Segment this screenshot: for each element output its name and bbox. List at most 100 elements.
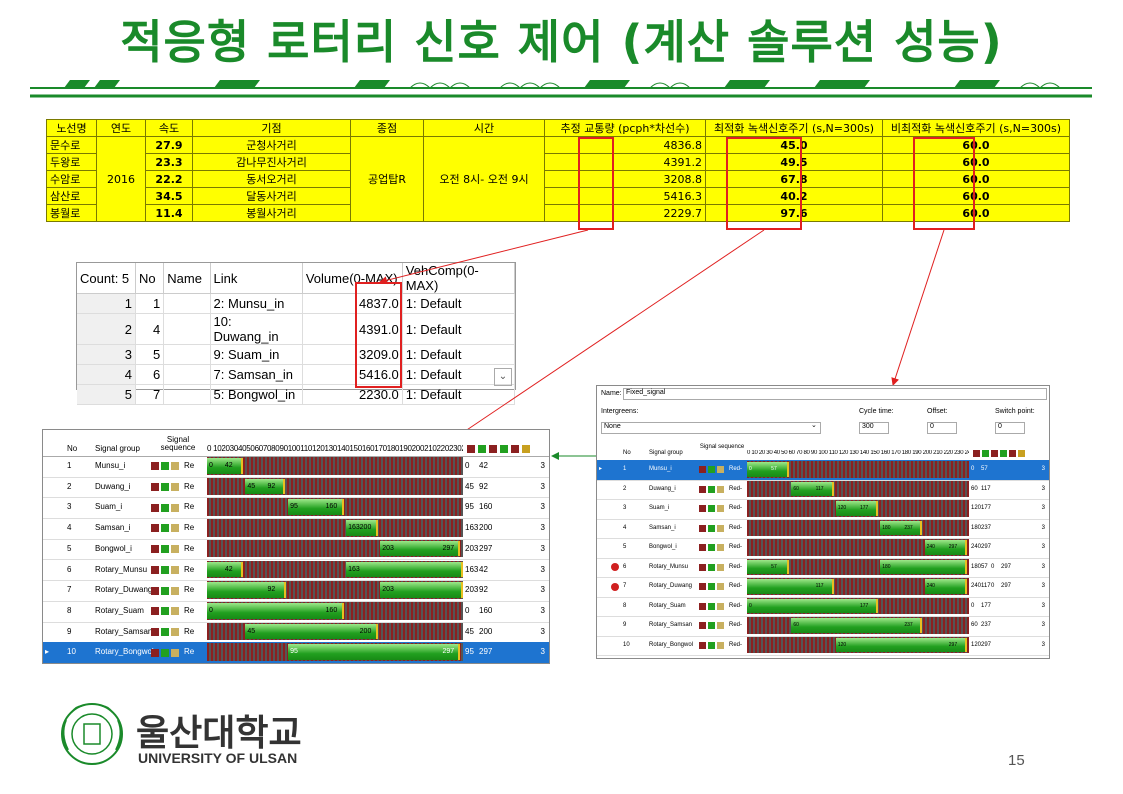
- signal-group-row[interactable]: 1 Munsu_i Re 0 42 0 42 3: [43, 456, 549, 478]
- sequence-icons: [151, 483, 181, 492]
- sequence-icons: [699, 563, 726, 571]
- green-start-label: 0: [749, 602, 752, 609]
- signal-group-row[interactable]: 7 Rotary_Duwang Red- 240 117 240 117 0 297 3: [597, 577, 1049, 598]
- green-start-value: 240: [971, 544, 982, 550]
- signal-color-icon: [717, 544, 724, 552]
- green2-end-value: 297: [1001, 563, 1012, 570]
- green-start-value: 0: [465, 461, 470, 470]
- red-phase-bar: [207, 457, 463, 475]
- green-start-value: 0: [971, 466, 975, 472]
- signal-color-icon: [699, 641, 706, 649]
- green-end-label: 92: [267, 482, 276, 490]
- last-column-value: 3: [540, 461, 545, 470]
- signal-color-icon: [699, 622, 706, 630]
- green-start-value: 240: [971, 583, 982, 589]
- signal-group-name: Suam_i: [649, 505, 670, 511]
- signal-group-name: Duwang_i: [95, 481, 131, 491]
- green-phase-bar: [207, 602, 344, 619]
- green-start-value: 180: [971, 563, 982, 570]
- signal-group-row[interactable]: 2 Duwang_i Re 45 92 45 92 3: [43, 477, 549, 499]
- row-number: 3: [623, 505, 627, 511]
- chevron-down-icon[interactable]: ⌄: [811, 421, 817, 429]
- sequence-label: Red-: [729, 641, 743, 648]
- signal-group-row[interactable]: 4 Samsan_i Re 163 200 163 200 3: [43, 518, 549, 540]
- sequence-icons: [699, 602, 726, 610]
- row-number: 8: [67, 605, 72, 615]
- grid-header: No Signal group Signal sequence 0 102030405…: [43, 430, 549, 457]
- last-column-value: 3: [540, 502, 545, 512]
- signal-color-icon: [171, 627, 179, 636]
- sequence-label: Re: [184, 461, 195, 470]
- signal-color-icon: [708, 641, 715, 649]
- fixed-signal-panel: Name: Fixed_signal Intergreens: None ⌄ Cycle …: [596, 385, 1050, 659]
- signal-group-row[interactable]: ▸ 10 Rotary_Bongwol Re 95 297 95 297 3: [43, 642, 549, 663]
- green-end-value: 177: [981, 602, 992, 609]
- green-end-label: 297: [442, 544, 455, 552]
- last-column-value: 3: [540, 647, 545, 657]
- signal-group-row[interactable]: 8 Rotary_Suam Red- 0 177 0 177 3: [597, 597, 1049, 617]
- green-start-label: 203: [382, 544, 394, 552]
- sequence-label: Re: [184, 564, 195, 574]
- green-end-label: 160: [325, 503, 338, 511]
- row-number: 10: [67, 647, 76, 657]
- sequence-label: Red-: [729, 583, 743, 589]
- signal-color-icon: [161, 483, 169, 492]
- sequence-icons: [699, 583, 726, 591]
- sequence-label: Re: [184, 585, 195, 595]
- last-column-value: 3: [1041, 563, 1045, 570]
- cycle-time-input[interactable]: 300: [859, 422, 889, 434]
- signal-group-row[interactable]: 9 Rotary_Samsan Red- 60 237 60 237 3: [597, 616, 1049, 637]
- signal-group-row[interactable]: 8 Rotary_Suam Re 0 160 0 160 3: [43, 601, 549, 623]
- signal-group-row[interactable]: 4 Samsan_i Red- 180 237 180 237 3: [597, 519, 1049, 539]
- signal-color-icon: [708, 544, 715, 552]
- switch-point-input[interactable]: 0: [995, 422, 1025, 434]
- signal-color-icon: [717, 602, 724, 610]
- signal-color-icon: [708, 583, 715, 591]
- signal-group-row[interactable]: 6 Rotary_Munsu Re 163 42 163 42 3: [43, 560, 549, 582]
- signal-group-row[interactable]: 3 Suam_i Re 95 160 95 160 3: [43, 497, 549, 520]
- signal-group-row[interactable]: 10 Rotary_Bongwol Red- 120 297 120 297 3: [597, 636, 1049, 656]
- signal-color-icon: [151, 462, 159, 471]
- signal-group-row[interactable]: 5 Bongwol_i Re 203 297 203 297 3: [43, 539, 549, 561]
- green-phase-bar: [346, 561, 463, 578]
- sequence-icons: [699, 485, 726, 493]
- signal-group-row[interactable]: 6 Rotary_Munsu Red- 180 57 180 57 0 297 3: [597, 558, 1049, 578]
- signal-group-row[interactable]: 7 Rotary_Duwang Re 203 92 203 92 3: [43, 580, 549, 602]
- green-start-value: 0: [971, 602, 975, 609]
- signal-color-icon: [171, 545, 179, 554]
- signal-color-icon: [699, 524, 706, 532]
- signal-color-icon: [982, 450, 989, 457]
- green-start-value: 0: [465, 605, 470, 615]
- sequence-icons: [699, 466, 726, 474]
- green-end-label: 117: [815, 583, 824, 589]
- signal-group-row[interactable]: 9 Rotary_Samsan Re 45 200 45 200 3: [43, 622, 549, 644]
- green-phase-bar: [747, 598, 878, 613]
- logo-korean-text: 울산대학교: [136, 713, 302, 754]
- sequence-icons: [151, 648, 181, 657]
- signal-group-row[interactable]: 3 Suam_i Red- 120 177 120 177 3: [597, 499, 1049, 520]
- intergreens-label: Intergreens:: [601, 408, 639, 415]
- signal-color-icon: [708, 485, 715, 493]
- signal-group-name: Bongwol_i: [95, 543, 132, 553]
- red-phase-bar: [207, 519, 463, 537]
- signal-group-row[interactable]: 2 Duwang_i Red- 60 117 60 117 3: [597, 480, 1049, 500]
- last-column-value: 3: [540, 564, 545, 574]
- intergreens-select[interactable]: None: [601, 422, 821, 434]
- signal-color-icon: [151, 586, 159, 595]
- signal-group-row[interactable]: 5 Bongwol_i Red- 240 297 240 297 3: [597, 538, 1049, 559]
- name-label: Name:: [601, 390, 622, 397]
- sequence-icons: [151, 586, 181, 595]
- signal-color-icon: [171, 524, 179, 533]
- offset-input[interactable]: 0: [927, 422, 957, 434]
- signal-color-icon: [708, 563, 715, 571]
- green-end-value: 57: [981, 466, 988, 472]
- name-field[interactable]: Fixed_signal: [623, 388, 1047, 400]
- signal-color-icon: [717, 583, 724, 591]
- signal-color-icon: [171, 462, 179, 471]
- green-start-label: 60: [793, 622, 799, 628]
- sequence-icons: [151, 462, 181, 471]
- signal-group-row[interactable]: ▸ 1 Munsu_i Red- 0 57 0 57 3: [597, 460, 1049, 481]
- green-start-value: 163: [465, 523, 479, 533]
- warning-icon: [611, 563, 619, 572]
- signal-group-name: Rotary_Suam: [649, 602, 686, 609]
